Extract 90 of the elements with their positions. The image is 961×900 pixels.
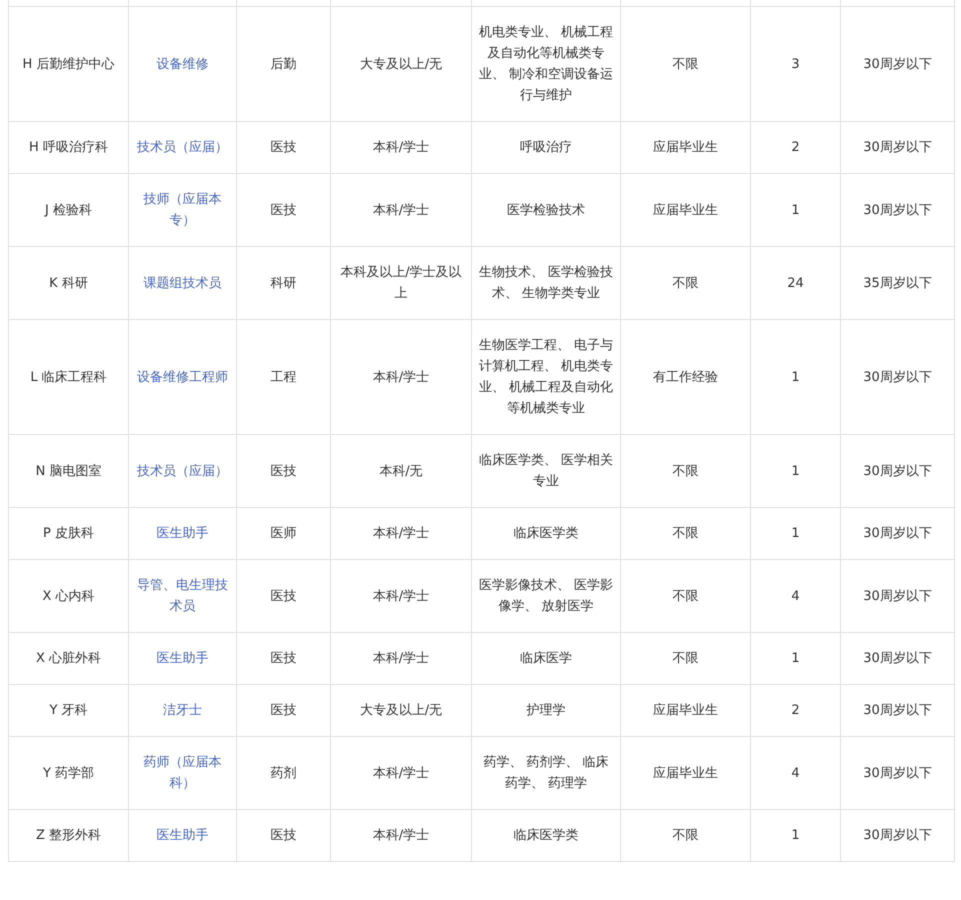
table-cell: 医技 [236, 122, 330, 174]
table-cell: 1 [750, 434, 840, 508]
table-cell: J 检验科 [8, 174, 128, 246]
table-cell: 本科/学士 [330, 508, 472, 560]
table-cell: 医学影像技术、 医学影像学、 放射医学 [472, 560, 620, 632]
table-cell: H 呼吸治疗科 [8, 122, 128, 174]
table-cell: L 临床工程科 [8, 320, 128, 434]
position-link[interactable]: 医生助手 [156, 825, 208, 846]
table-cell: 24 [750, 246, 840, 320]
table-cell: 本科/学士 [330, 810, 472, 862]
table-cell: 本科/学士 [330, 736, 472, 810]
table-cell: 药剂 [236, 736, 330, 810]
table-cell: 4 [750, 560, 840, 632]
table-cell: Y 药学部 [8, 736, 128, 810]
table-cell: X 心内科 [8, 560, 128, 632]
table-cell: 应届毕业生 [620, 174, 750, 246]
table-cell: 不限 [620, 508, 750, 560]
table-cell: 大专及以上/无 [330, 6, 472, 122]
table-cell: 应届毕业生 [620, 122, 750, 174]
table-cell: 2 [750, 122, 840, 174]
table-cell: 30周岁以下 [840, 122, 954, 174]
table-cell: 本科及以上/学士及以上 [330, 246, 472, 320]
table-cell: 生物医学工程、 电子与计算机工程、 机电类专业、 机械工程及自动化等机械类专业 [472, 320, 620, 434]
table-cell: 本科/学士 [330, 122, 472, 174]
table-cell: 大专及以上/无 [330, 684, 472, 736]
table-cell: 30周岁以下 [840, 320, 954, 434]
table-cell: 医技 [236, 560, 330, 632]
table-cell: 临床医学类 [472, 508, 620, 560]
table-cell: 医技 [236, 684, 330, 736]
table-cell: 不限 [620, 434, 750, 508]
position-link[interactable]: 医生助手 [156, 523, 208, 544]
table-cell: 30周岁以下 [840, 810, 954, 862]
table-cell: 临床医学类、 医学相关专业 [472, 434, 620, 508]
table-cell: 1 [750, 320, 840, 434]
table-cell: 本科/学士 [330, 320, 472, 434]
position-link[interactable]: 洁牙士 [163, 700, 202, 721]
table-cell: 药学、 药剂学、 临床药学、 药理学 [472, 736, 620, 810]
table-cell: 30周岁以下 [840, 736, 954, 810]
table-cell: 本科/学士 [330, 560, 472, 632]
table-cell: Z 整形外科 [8, 810, 128, 862]
table-cell: 不限 [620, 6, 750, 122]
table-cell: 医技 [236, 632, 330, 684]
table-cell: 不限 [620, 560, 750, 632]
table-cell: 30周岁以下 [840, 6, 954, 122]
table-cell: 本科/学士 [330, 174, 472, 246]
table-cell: 1 [750, 174, 840, 246]
table-cell: 30周岁以下 [840, 560, 954, 632]
table-cell: 本科/无 [330, 434, 472, 508]
table-cell: 不限 [620, 246, 750, 320]
table-cell: Y 牙科 [8, 684, 128, 736]
table-cell: P 皮肤科 [8, 508, 128, 560]
table-cell: 科研 [236, 246, 330, 320]
table-cell: 有工作经验 [620, 320, 750, 434]
table-cell: 医师 [236, 508, 330, 560]
position-link[interactable]: 设备维修 [156, 54, 208, 74]
table-cell: 应届毕业生 [620, 684, 750, 736]
table-cell: 35周岁以下 [840, 246, 954, 320]
table-cell: 工程 [236, 320, 330, 434]
table-cell: 1 [750, 508, 840, 560]
table-cell: 不限 [620, 810, 750, 862]
table-cell: 30周岁以下 [840, 174, 954, 246]
table-cell: 4 [750, 736, 840, 810]
table-cell: 生物技术、 医学检验技术、 生物学类专业 [472, 246, 620, 320]
table-cell: 医技 [236, 810, 330, 862]
table-cell: 30周岁以下 [840, 434, 954, 508]
table-cell: 后勤 [236, 6, 330, 122]
table-cell: 不限 [620, 632, 750, 684]
table-cell: X 心脏外科 [8, 632, 128, 684]
table-cell: 护理学 [472, 684, 620, 736]
table-cell: 1 [750, 810, 840, 862]
table-cell: 本科/学士 [330, 632, 472, 684]
table-cell: 医学检验技术 [472, 174, 620, 246]
table-cell: H 后勤维护中心 [8, 6, 128, 122]
table-cell: 呼吸治疗 [472, 122, 620, 174]
table-cell: 医技 [236, 434, 330, 508]
table-cell: 机电类专业、 机械工程及自动化等机械类专业、 制冷和空调设备运行与维护 [472, 6, 620, 122]
table-cell: 30周岁以下 [840, 632, 954, 684]
table-cell: 1 [750, 632, 840, 684]
table-cell: 应届毕业生 [620, 736, 750, 810]
table-cell: 30周岁以下 [840, 508, 954, 560]
table-cell: 2 [750, 684, 840, 736]
table-cell: 3 [750, 6, 840, 122]
table-cell: N 脑电图室 [8, 434, 128, 508]
table-cell: 30周岁以下 [840, 684, 954, 736]
table-cell: K 科研 [8, 246, 128, 320]
table-cell: 医技 [236, 174, 330, 246]
position-link[interactable]: 设备维修工程师 [137, 366, 228, 388]
table-cell: 临床医学 [472, 632, 620, 684]
position-link[interactable]: 医生助手 [156, 648, 208, 669]
table-cell: 临床医学类 [472, 810, 620, 862]
